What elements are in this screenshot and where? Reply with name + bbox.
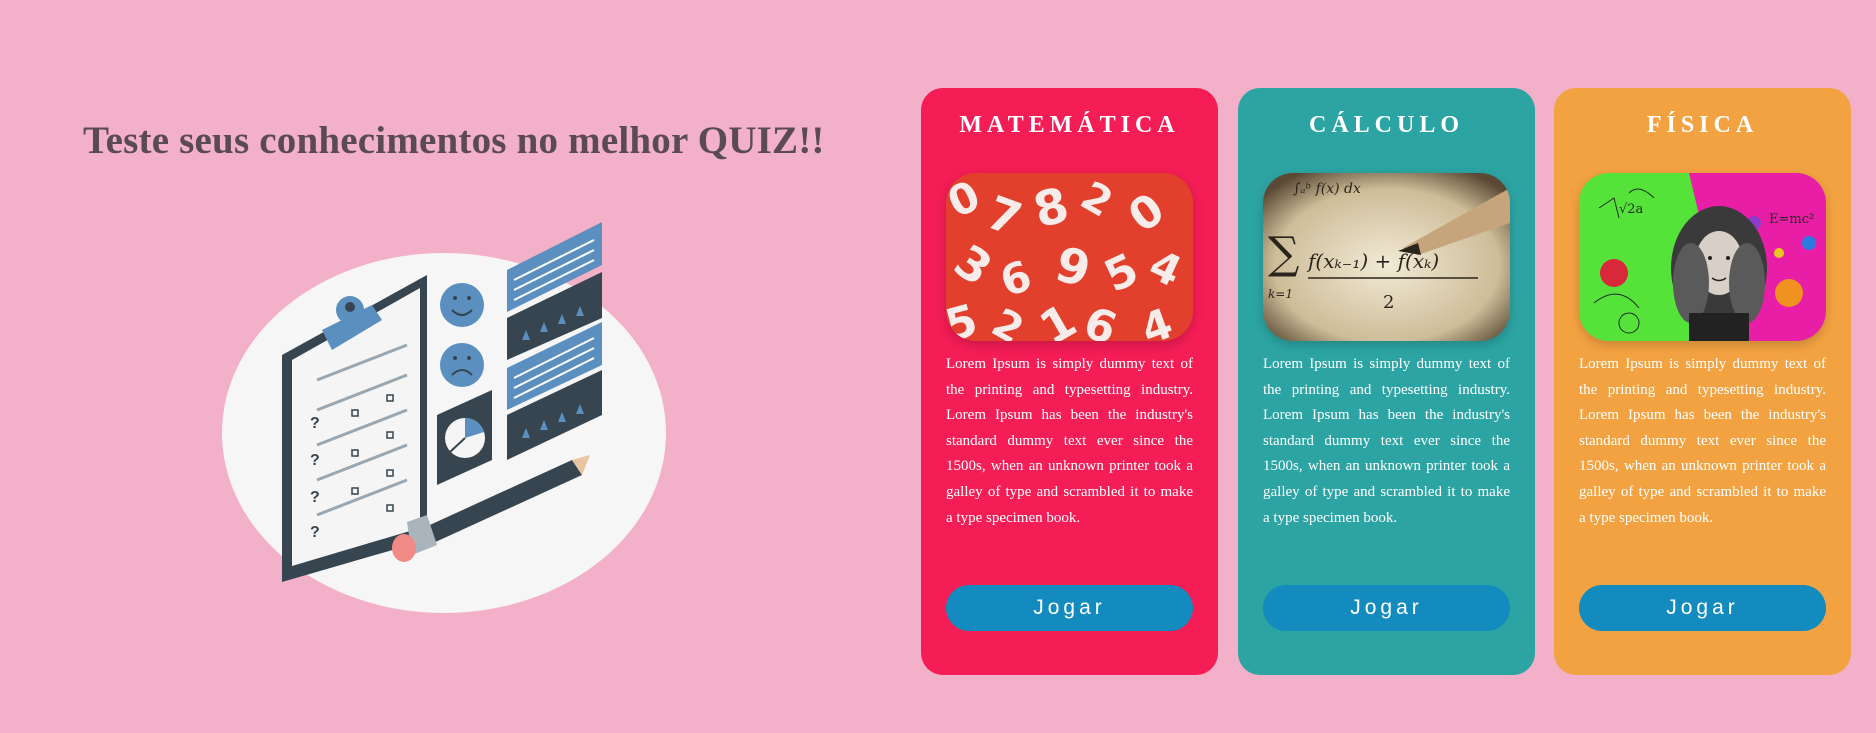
svg-text:√2a: √2a xyxy=(1619,202,1644,217)
svg-text:?: ? xyxy=(310,489,320,506)
play-button-calculo[interactable]: Jogar xyxy=(1263,585,1510,631)
svg-text:E=mc²: E=mc² xyxy=(1769,212,1814,227)
page: Teste seus conhecimentos no melhor QUIZ!… xyxy=(0,0,1876,733)
card-title: MATEMÁTICA xyxy=(959,112,1180,138)
svg-text:2: 2 xyxy=(1383,292,1394,313)
quiz-illustration: ? ? ? ? xyxy=(222,210,672,635)
card-description: Lorem Ipsum is simply dummy text of the … xyxy=(1263,356,1510,526)
card-calculo: CÁLCULO ∫ₐᵇ f(x) dx ∑ k=1 f(xₖ₋₁) + f(xₖ… xyxy=(1238,88,1535,675)
card-description: Lorem Ipsum is simply dummy text of the … xyxy=(1579,356,1826,526)
numbers-image: 0 7 8 2 0 3 6 9 5 4 5 2 1 6 4 xyxy=(946,173,1193,341)
svg-text:?: ? xyxy=(310,524,320,541)
newton-image: √2a E=mc² xyxy=(1579,173,1826,341)
svg-text:k=1: k=1 xyxy=(1268,287,1293,301)
card-title: FÍSICA xyxy=(1646,112,1759,138)
svg-text:∑: ∑ xyxy=(1268,228,1299,279)
hero-title: Teste seus conhecimentos no melhor QUIZ!… xyxy=(83,119,825,162)
svg-text:?: ? xyxy=(310,415,320,432)
svg-text:∫ₐᵇ f(x) dx: ∫ₐᵇ f(x) dx xyxy=(1293,181,1361,197)
play-button-fisica[interactable]: Jogar xyxy=(1579,585,1826,631)
svg-text:?: ? xyxy=(310,452,320,469)
card-description: Lorem Ipsum is simply dummy text of the … xyxy=(946,356,1193,526)
card-title: CÁLCULO xyxy=(1308,112,1464,138)
formula-image: ∫ₐᵇ f(x) dx ∑ k=1 f(xₖ₋₁) + f(xₖ) 2 xyxy=(1263,173,1510,341)
card-fisica: FÍSICA √2a E=mc² Lorem Ipsum is simply d… xyxy=(1554,88,1851,675)
card-matematica: MATEMÁTICA 0 7 8 2 0 3 6 9 5 4 5 2 1 6 4… xyxy=(921,88,1218,675)
play-button-matematica[interactable]: Jogar xyxy=(946,585,1193,631)
